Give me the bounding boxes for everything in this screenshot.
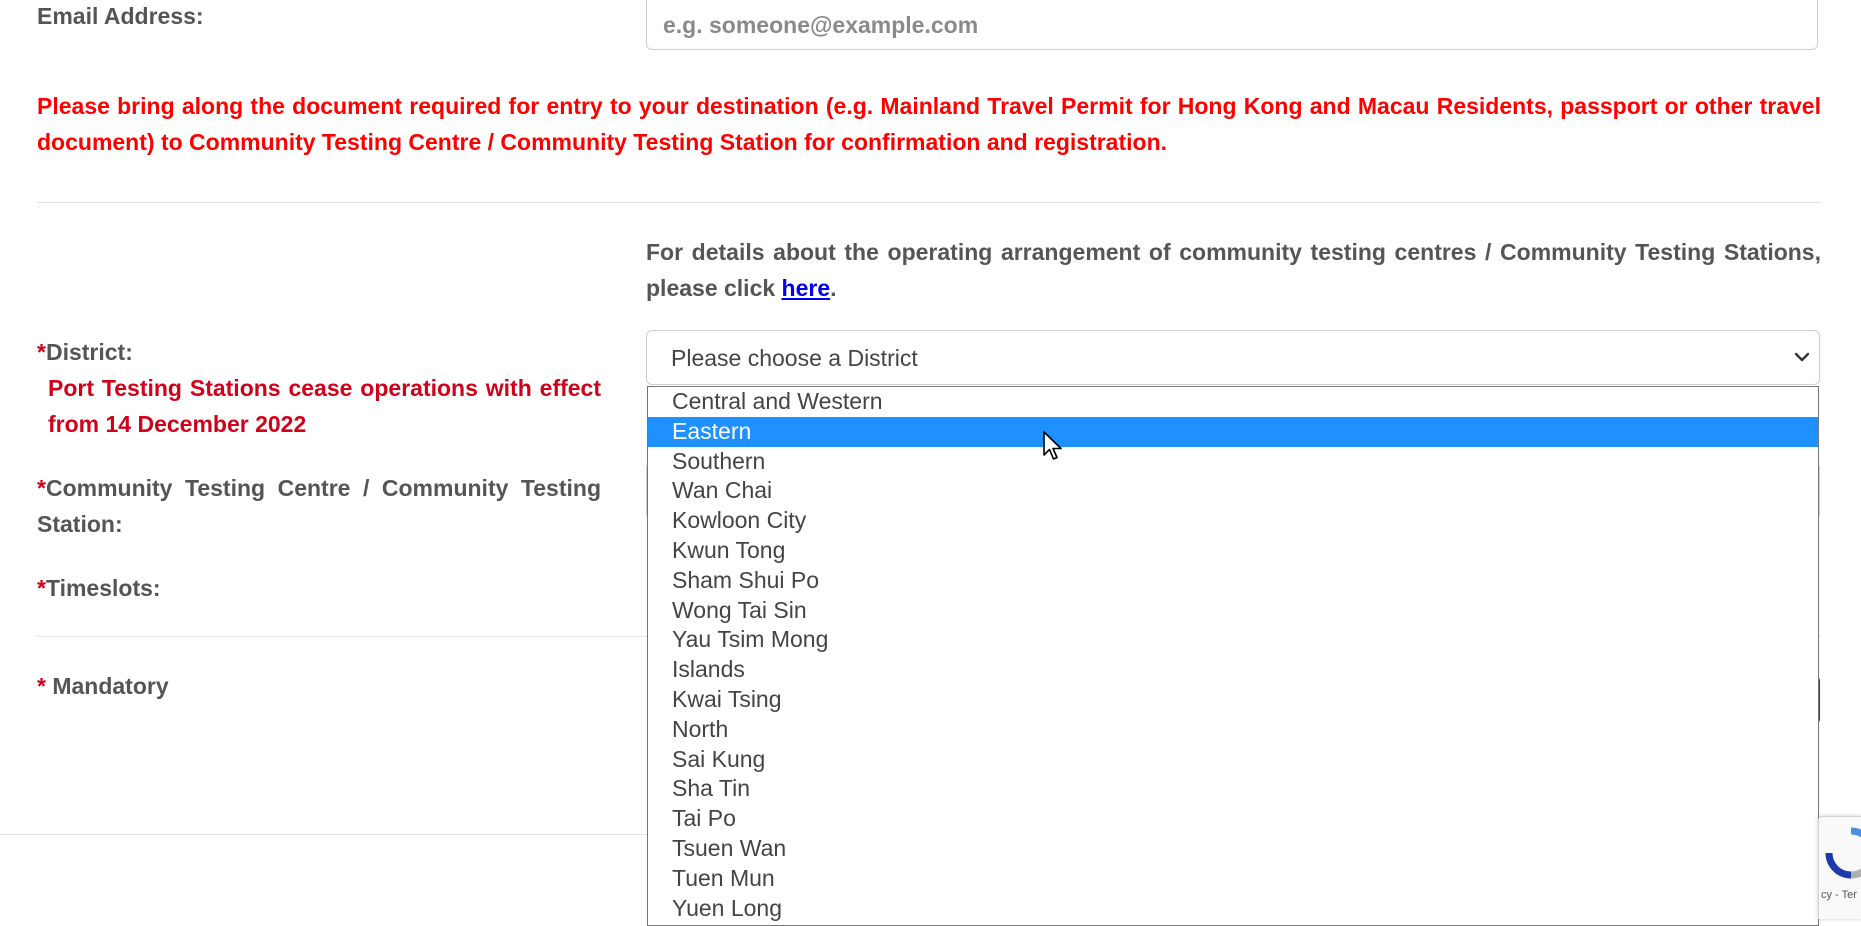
details-period: . — [830, 275, 837, 301]
timeslots-label-text: Timeslots: — [45, 575, 161, 601]
district-option[interactable]: Southern — [648, 447, 1818, 477]
required-asterisk: * — [37, 575, 46, 601]
district-label: *District: — [37, 334, 133, 370]
centre-label: *Community Testing Centre / Community Te… — [37, 470, 601, 542]
port-stations-notice: Port Testing Stations cease operations w… — [48, 375, 601, 437]
district-dropdown-list[interactable]: Central and Western Eastern Southern Wan Ch… — [647, 386, 1819, 926]
district-option[interactable]: Wong Tai Sin — [648, 596, 1818, 626]
district-option[interactable]: Tai Po — [648, 804, 1818, 834]
district-option[interactable]: Islands — [648, 655, 1818, 685]
timeslots-label: *Timeslots: — [37, 570, 161, 606]
district-option[interactable]: Kowloon City — [648, 506, 1818, 536]
district-option[interactable]: Yuen Long — [648, 894, 1818, 924]
district-option[interactable]: Sham Shui Po — [648, 566, 1818, 596]
district-option[interactable]: Sha Tin — [648, 774, 1818, 804]
operating-arrangement-text: For details about the operating arrangem… — [646, 234, 1821, 306]
district-option[interactable]: Central and Western — [648, 387, 1818, 417]
recaptcha-badge[interactable]: cy - Ter — [1818, 816, 1861, 919]
district-option[interactable]: North — [648, 715, 1818, 745]
district-option[interactable]: Sai Kung — [648, 745, 1818, 775]
district-option[interactable]: Yau Tsim Mong — [648, 625, 1818, 655]
email-label: Email Address: — [37, 0, 204, 34]
email-input[interactable] — [647, 0, 1817, 49]
email-field[interactable] — [646, 0, 1818, 50]
document-warning: Please bring along the document required… — [37, 93, 1821, 155]
district-option[interactable]: Wan Chai — [648, 476, 1818, 506]
email-label-text: Email Address: — [37, 3, 204, 29]
district-option[interactable]: Tuen Mun — [648, 864, 1818, 894]
required-asterisk: * — [37, 673, 46, 699]
chevron-down-icon — [1794, 352, 1810, 362]
district-option[interactable]: Kwai Tsing — [648, 685, 1818, 715]
district-label-text: District: — [45, 339, 133, 365]
district-option[interactable]: Tsuen Wan — [648, 834, 1818, 864]
recaptcha-text: cy - Ter — [1821, 889, 1857, 901]
section-divider — [37, 202, 1821, 203]
centre-label-text: Community Testing Centre / Community Tes… — [37, 475, 601, 537]
district-option[interactable]: Kwun Tong — [648, 536, 1818, 566]
required-asterisk: * — [37, 339, 46, 365]
required-asterisk: * — [37, 475, 46, 501]
district-option[interactable]: Eastern — [648, 416, 1818, 447]
recaptcha-icon — [1825, 827, 1861, 879]
mandatory-note: * Mandatory — [37, 668, 169, 704]
district-select-value: Please choose a District — [671, 345, 918, 371]
details-here-link[interactable]: here — [782, 275, 831, 301]
district-select[interactable]: Please choose a District — [646, 330, 1820, 385]
mandatory-label-text: Mandatory — [45, 673, 169, 699]
